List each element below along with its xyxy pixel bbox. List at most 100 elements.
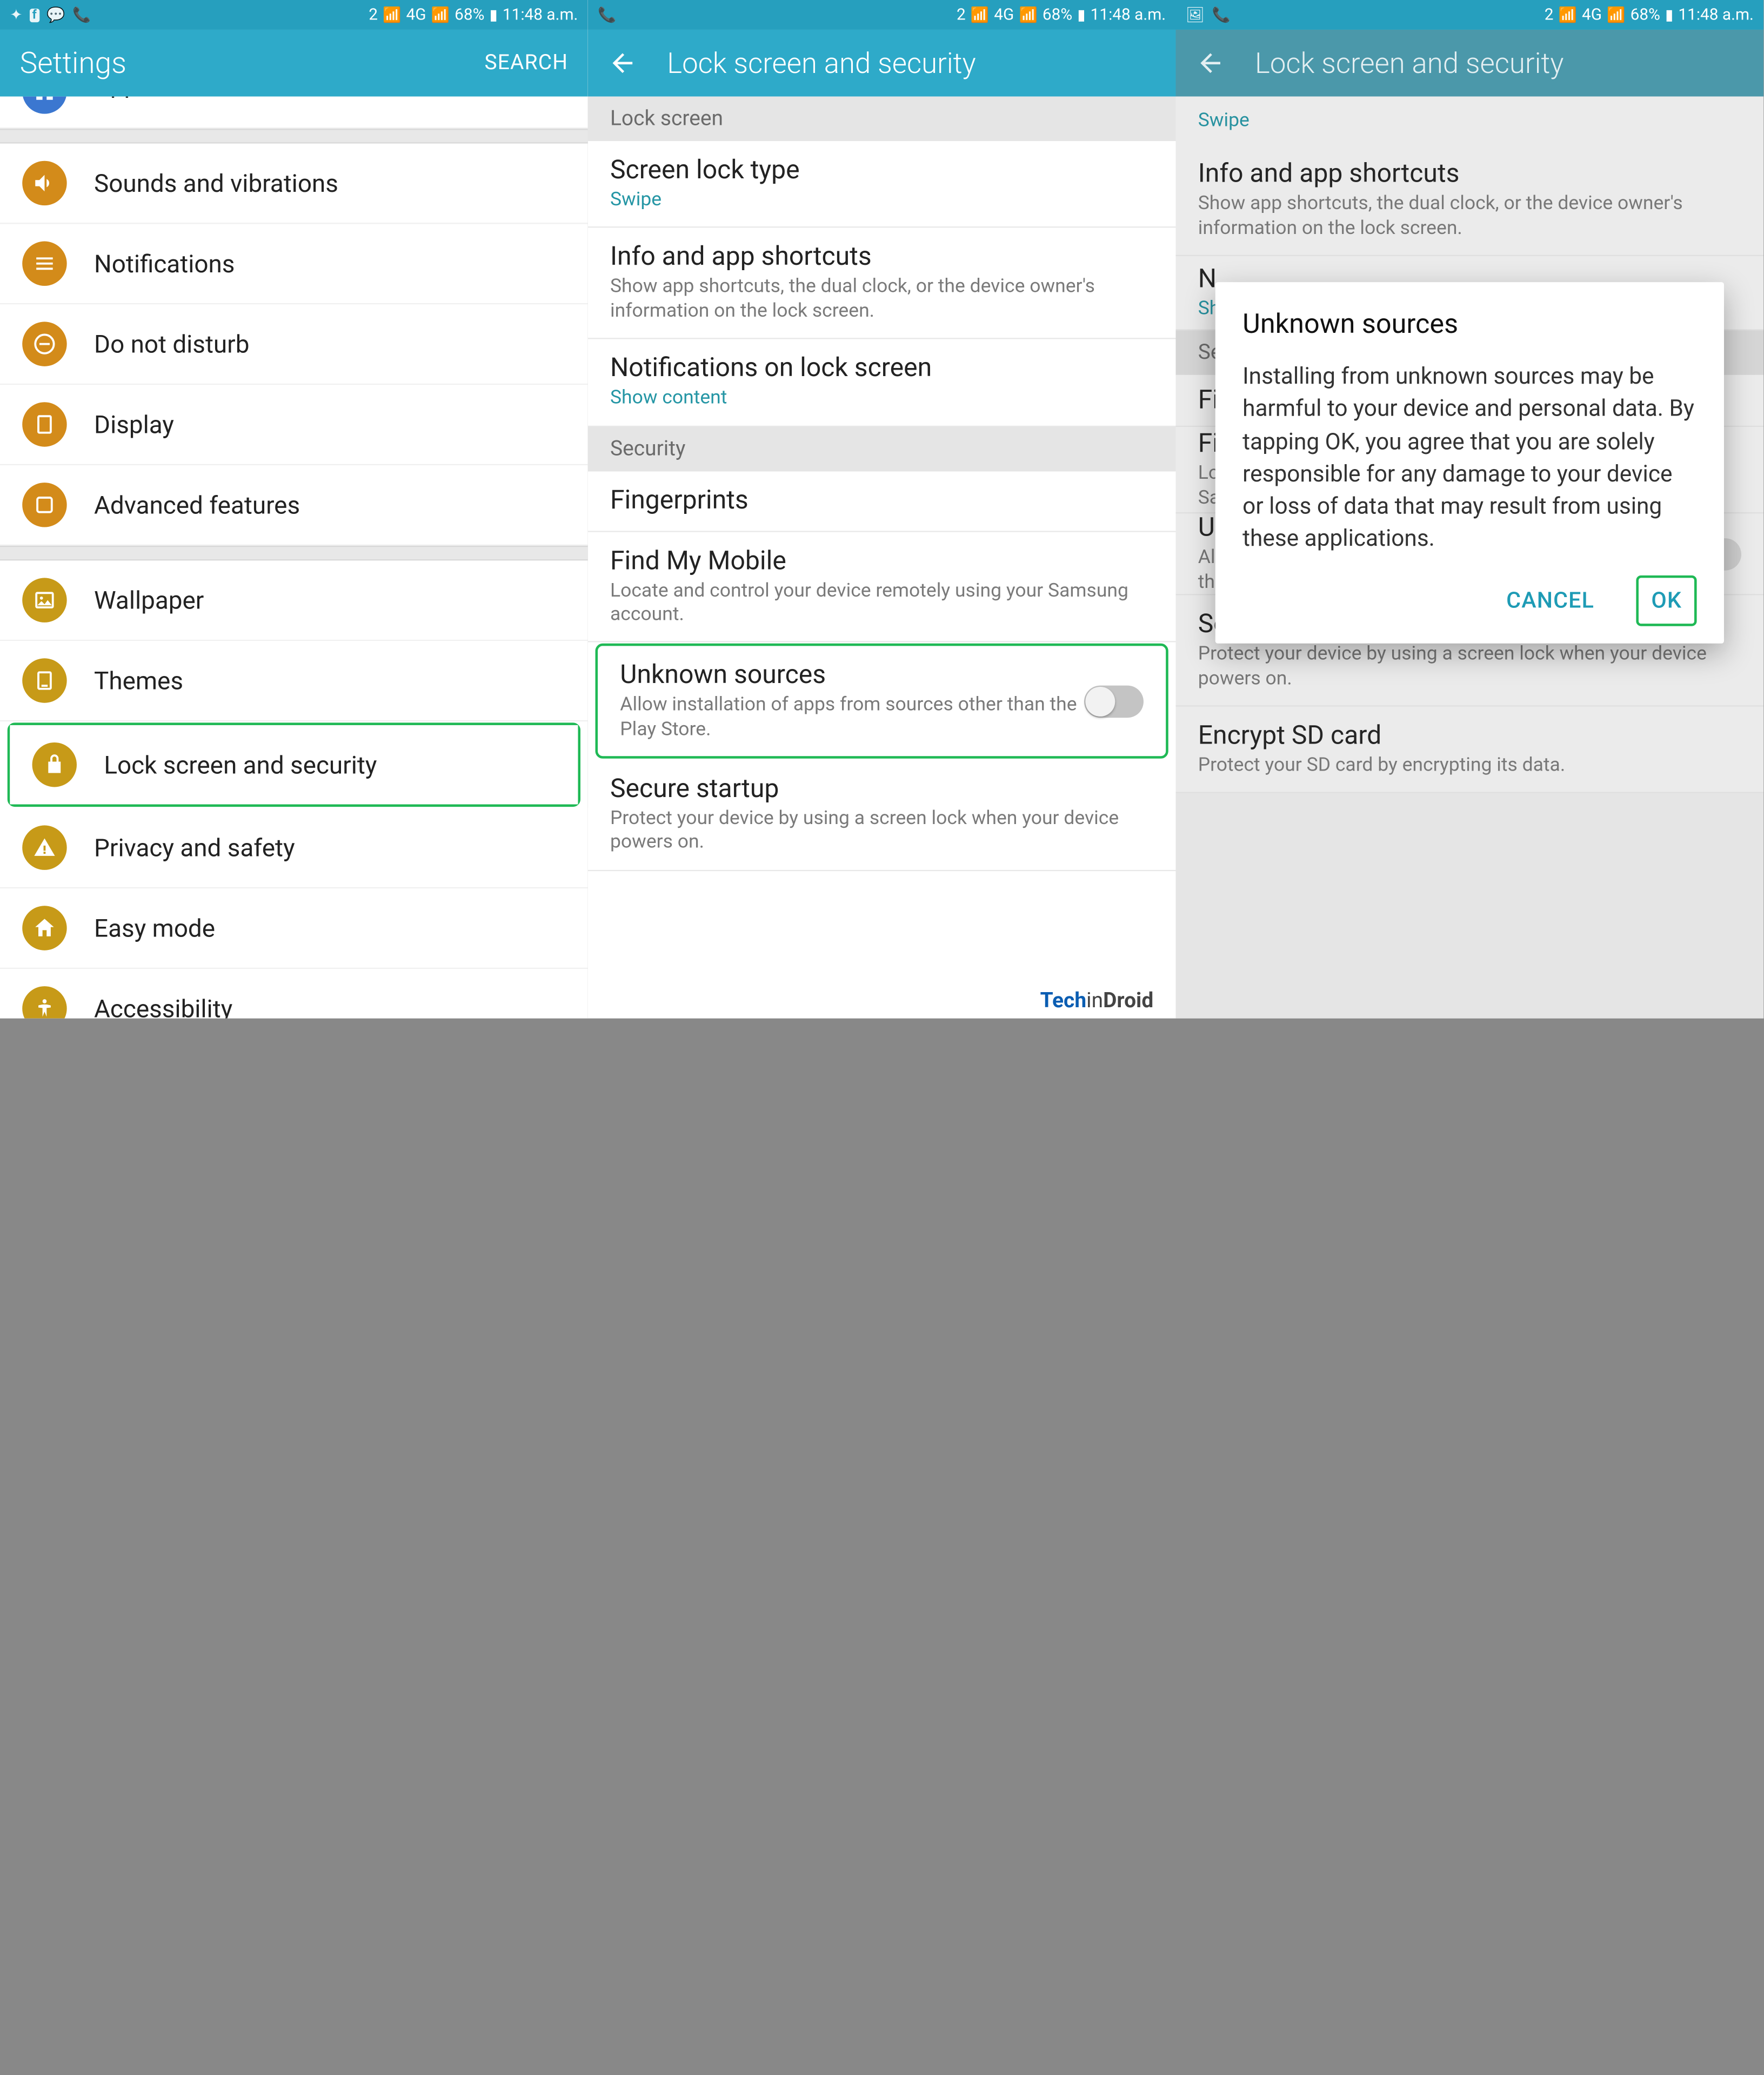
settings-item-sounds[interactable]: Sounds and vibrations [0,144,588,224]
settings-item-themes[interactable]: Themes [0,641,588,721]
battery-text: 68% [1631,5,1660,24]
watermark: TechinDroid [1040,989,1154,1014]
volume-icon [22,161,66,205]
section-divider [0,129,588,143]
status-bar: 🖼📞 2 📶 4G 📶 68% ▮ 11:48 a.m. [1176,0,1764,30]
item-value: Show content [610,386,1153,410]
item-subtitle: Show app shortcuts, the dual clock, or t… [1198,192,1741,240]
notification-icon: ✦ [10,6,22,23]
settings-item-wallpaper[interactable]: Wallpaper [0,560,588,641]
settings-label: Do not disturb [94,329,249,359]
dialog-body: Installing from unknown sources may be h… [1242,360,1696,555]
status-bar: ✦ f 💬 📞 2 📶 4G 📶 68% ▮ 11:48 a.m. [0,0,588,30]
item-subtitle: Locate and control your device remotely … [610,579,1153,627]
settings-label: Accessibility [94,994,232,1019]
item-subtitle: Protect your device by using a screen lo… [610,807,1153,855]
settings-item-advanced[interactable]: Advanced features [0,465,588,546]
signal-icon: 📶 [1559,6,1577,23]
clock-text: 11:48 a.m. [1678,5,1754,24]
item-title: Info and app shortcuts [610,243,1153,273]
item-screen-lock-type-partial[interactable]: Swipe [1176,97,1764,145]
app-bar: Lock screen and security [588,30,1176,97]
call-icon: 📞 [598,6,616,23]
settings-label: Notifications [94,249,235,278]
search-button[interactable]: SEARCH [484,51,568,76]
screen-unknown-sources-dialog: 🖼📞 2 📶 4G 📶 68% ▮ 11:48 a.m. Lock screen… [1176,0,1764,1019]
cancel-button[interactable]: CANCEL [1494,577,1607,623]
home-icon [22,906,66,950]
item-encrypt-sd[interactable]: Encrypt SD card Protect your SD card by … [1176,706,1764,793]
settings-item-applications[interactable]: Applications [0,97,588,129]
advanced-icon [22,483,66,527]
unknown-sources-dialog: Unknown sources Installing from unknown … [1215,282,1724,643]
sim-indicator: 2 [1545,5,1554,24]
battery-icon: ▮ [1077,6,1085,23]
screen-lockscreen-security: 📞 2 📶 4G 📶 68% ▮ 11:48 a.m. Lock screen … [588,0,1176,1019]
display-icon [22,402,66,446]
dialog-title: Unknown sources [1242,310,1696,340]
item-subtitle: Show app shortcuts, the dual clock, or t… [610,275,1153,323]
item-title: Find My Mobile [610,546,1153,576]
settings-item-easymode[interactable]: Easy mode [0,888,588,969]
settings-item-display[interactable]: Display [0,385,588,465]
settings-label: Wallpaper [94,585,204,615]
settings-label: Themes [94,666,183,695]
item-screen-lock-type[interactable]: Screen lock type Swipe [588,141,1176,228]
clock-text: 11:48 a.m. [503,5,578,24]
item-info-shortcuts[interactable]: Info and app shortcuts Show app shortcut… [1176,145,1764,257]
settings-label: Privacy and safety [94,833,295,862]
settings-item-privacy[interactable]: Privacy and safety [0,808,588,888]
item-title: Secure startup [610,775,1153,805]
settings-item-lockscreen-security[interactable]: Lock screen and security [10,725,578,805]
item-lockscreen-notifications[interactable]: Notifications on lock screen Show conten… [588,339,1176,426]
back-icon[interactable] [1195,48,1225,78]
sim-indicator: 2 [369,5,378,24]
signal-icon: 📶 [383,6,401,23]
screen-settings: ✦ f 💬 📞 2 📶 4G 📶 68% ▮ 11:48 a.m. Settin… [0,0,588,1019]
clock-text: 11:48 a.m. [1091,5,1166,24]
page-title: Settings [20,46,485,81]
battery-icon: ▮ [490,6,498,23]
image-icon: 🖼 [1186,6,1205,23]
list-icon [22,242,66,286]
warning-icon [22,825,66,869]
app-bar: Lock screen and security [1176,30,1764,97]
signal-icon-2: 📶 [431,6,450,23]
item-secure-startup[interactable]: Secure startup Protect your device by us… [588,760,1176,871]
page-title: Lock screen and security [1255,46,1744,80]
app-bar: Settings SEARCH [0,30,588,97]
settings-item-accessibility[interactable]: Accessibility [0,969,588,1019]
item-value: Swipe [610,188,1153,212]
chat-icon: 💬 [46,6,65,23]
back-icon[interactable] [607,48,637,78]
call-icon: 📞 [72,6,91,23]
ok-button[interactable]: OK [1636,575,1697,626]
settings-label: Easy mode [94,913,215,943]
item-subtitle: Protect your SD card by encrypting its d… [1198,753,1741,777]
signal-icon: 📶 [971,6,989,23]
item-title: Info and app shortcuts [1198,160,1741,190]
settings-item-notifications[interactable]: Notifications [0,224,588,304]
item-fingerprints[interactable]: Fingerprints [588,471,1176,531]
settings-label: Advanced features [94,490,300,520]
item-info-shortcuts[interactable]: Info and app shortcuts Show app shortcut… [588,228,1176,339]
network-indicator: 4G [406,5,426,24]
status-bar: 📞 2 📶 4G 📶 68% ▮ 11:48 a.m. [588,0,1176,30]
settings-label: Applications [94,97,231,99]
lock-icon [32,742,77,787]
item-subtitle: Protect your device by using a screen lo… [1198,642,1741,691]
item-subtitle: Allow installation of apps from sources … [620,693,1084,741]
item-value: Swipe [1198,109,1741,133]
settings-item-dnd[interactable]: Do not disturb [0,304,588,385]
page-title: Lock screen and security [667,46,1156,80]
item-title: Encrypt SD card [1198,721,1741,751]
signal-icon-2: 📶 [1019,6,1037,23]
call-icon: 📞 [1212,6,1230,23]
item-title: Screen lock type [610,156,1153,186]
unknown-sources-toggle[interactable] [1084,685,1144,718]
item-find-my-mobile[interactable]: Find My Mobile Locate and control your d… [588,532,1176,643]
network-indicator: 4G [1582,5,1602,24]
signal-icon-2: 📶 [1607,6,1625,23]
image-icon [22,578,66,622]
item-unknown-sources[interactable]: Unknown sources Allow installation of ap… [598,646,1166,756]
